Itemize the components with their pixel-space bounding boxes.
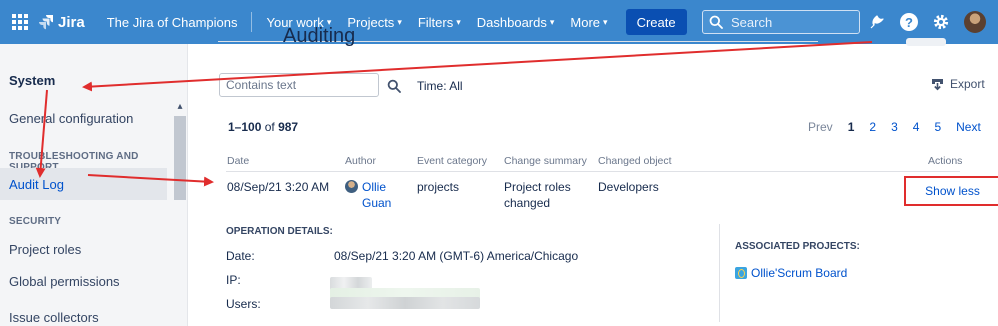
sidebar-item-general-configuration[interactable]: General configuration [9,111,133,126]
sidebar-item-audit-log[interactable]: Audit Log [0,168,167,200]
user-avatar[interactable] [964,11,986,33]
pagination-page-5[interactable]: 5 [934,120,941,134]
filter-placeholder: Contains text [226,78,297,92]
associated-project-link[interactable]: Ollie'Scrum Board [735,266,847,280]
jira-logo-icon [39,15,53,30]
op-date-value: 08/Sep/21 3:20 AM (GMT-6) America/Chicag… [334,249,579,263]
page-title: Auditing [283,25,356,47]
row-change-summary: Project roles changed [504,179,571,211]
sidebar-title: System [9,73,56,88]
sidebar-item-global-permissions[interactable]: Global permissions [9,274,120,289]
sidebar-section-security: SECURITY [9,216,62,227]
pagination-page-2[interactable]: 2 [869,120,876,134]
row-changed-object: Developers [598,180,659,194]
redacted-users [330,297,480,309]
pagination-page-4[interactable]: 4 [913,120,920,134]
top-right-icons: ? [854,11,986,33]
nav-divider [251,12,253,32]
nav-more-label: More [570,14,601,30]
audit-log-main: Auditing Contains text Time: All Export … [188,25,998,326]
op-users-label: Users: [226,297,261,311]
search-icon [709,15,723,29]
author-name-line2: Guan [362,196,392,210]
scroll-up-icon[interactable]: ▴ [173,100,187,114]
change-summary-line1: Project roles [504,180,571,194]
column-header-changed-object: Changed object [598,155,672,167]
pagination-page-1[interactable]: 1 [848,120,855,134]
search-input[interactable]: Search [702,10,860,34]
export-icon [932,78,943,90]
column-header-actions: Actions [928,155,963,167]
export-button[interactable]: Export [931,77,985,91]
pagination: Prev 1 2 3 4 5 Next [808,120,981,134]
time-filter[interactable]: Time: All [417,79,463,93]
column-header-change-summary: Change summary [504,155,587,167]
scrollbar-thumb[interactable] [174,116,186,200]
op-ip-label: IP: [226,273,241,287]
export-label: Export [950,77,985,91]
results-total: 987 [278,120,299,134]
sidebar-item-label: Audit Log [9,177,64,192]
table-header-divider [226,171,960,172]
associated-projects-heading: ASSOCIATED PROJECTS: [735,241,860,252]
chevron-down-icon: ▾ [397,16,402,27]
chevron-down-icon: ▾ [549,16,555,27]
column-header-author: Author [345,155,376,167]
pagination-next[interactable]: Next [956,120,981,134]
pagination-prev[interactable]: Prev [808,120,833,134]
results-range: 1–100 [228,120,262,134]
sidebar-scrollbar[interactable]: ▴ [173,100,187,326]
row-event-category: projects [417,180,460,194]
search-icon[interactable] [387,79,401,93]
admin-sidebar: System General configuration TROUBLESHOO… [0,44,188,326]
results-count: 1–100 of 987 [228,120,298,134]
filter-text-input[interactable]: Contains text [219,73,379,97]
author-name[interactable]: Ollie Guan [362,179,402,211]
nav-dashboards-label: Dashboards [476,14,547,30]
author-name-line1: Ollie [362,180,387,194]
chevron-down-icon: ▾ [603,16,608,27]
pagination-page-3[interactable]: 3 [891,120,898,134]
jira-logo[interactable]: Jira [38,14,85,31]
column-header-event-category: Event category [417,155,488,167]
chevron-down-icon: ▾ [456,16,461,27]
settings-icon[interactable] [932,13,950,31]
author-avatar [345,180,358,193]
change-summary-line2: changed [504,196,551,210]
column-header-date: Date [227,155,250,167]
row-author[interactable]: Ollie Guan [345,179,402,211]
show-less-link[interactable]: Show less [904,176,998,206]
results-of: of [264,120,275,134]
page-title-area: Auditing [218,25,818,47]
associated-project-name: Ollie'Scrum Board [751,266,848,280]
apps-grid-icon[interactable] [12,14,28,30]
sidebar-item-issue-collectors[interactable]: Issue collectors [9,310,99,325]
sidebar-item-project-roles[interactable]: Project roles [9,242,81,257]
operation-details-heading: OPERATION DETAILS: [226,226,333,237]
create-button[interactable]: Create [625,9,687,35]
nav-filters-label: Filters [417,14,454,30]
help-icon[interactable]: ? [900,13,918,31]
row-date: 08/Sep/21 3:20 AM [227,180,330,194]
op-date-label: Date: [226,249,255,263]
details-divider [719,224,720,322]
settings-button-peek[interactable] [906,38,946,46]
notifications-icon[interactable] [868,13,886,31]
search-placeholder: Search [731,14,773,30]
product-name: Jira [58,13,85,31]
project-icon [735,267,747,279]
